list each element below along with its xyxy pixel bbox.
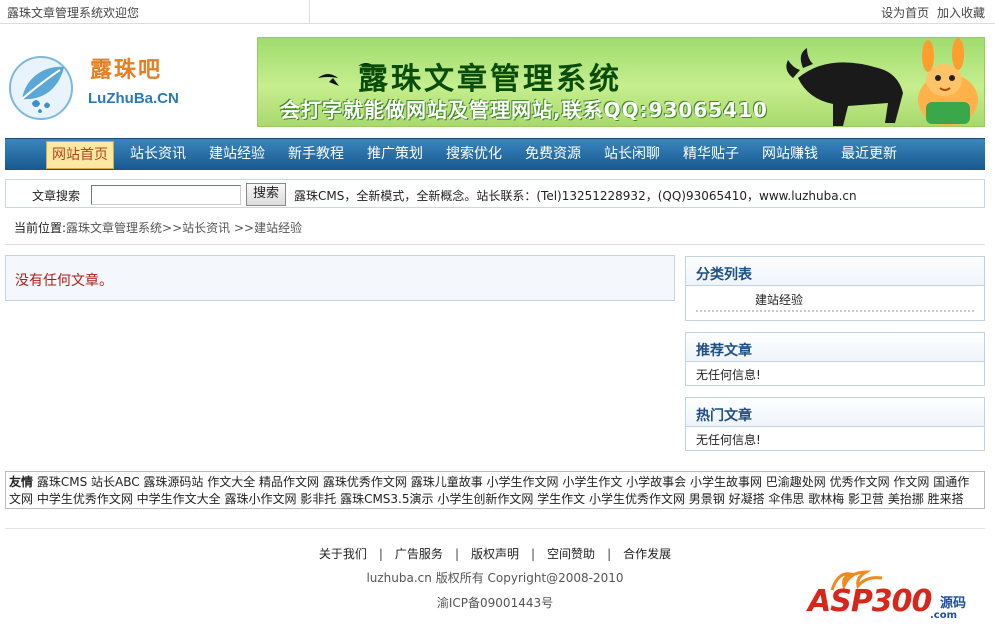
box-header: 热门文章	[686, 398, 984, 427]
banner-tagline: 会打字就能做网站及管理网站,联系QQ:93065410	[280, 98, 768, 122]
swallow-icon	[318, 74, 339, 86]
nav-item-seo[interactable]: 搜索优化	[446, 139, 502, 171]
footer-separator: |	[607, 547, 612, 561]
recommended-title: 推荐文章	[696, 343, 752, 359]
watermark-domain: .com	[930, 610, 958, 621]
footer-links: 关于我们 | 广告服务 | 版权声明 | 空间赞助 | 合作发展	[0, 545, 990, 562]
site-info-text: 露珠CMS，全新模式，全新概念。站长联系：(Tel)13251228932，(Q…	[294, 189, 857, 203]
hot-articles-box: 热门文章 无任何信息!	[685, 397, 985, 451]
hot-title: 热门文章	[696, 408, 752, 424]
category-list-title: 分类列表	[696, 267, 752, 283]
dotted-divider	[696, 310, 974, 312]
welcome-text: 露珠文章管理系统欢迎您	[7, 6, 140, 20]
search-input[interactable]	[91, 185, 241, 205]
add-favorite-link[interactable]: 加入收藏	[937, 6, 985, 20]
banner-title: 露珠文章管理系统	[358, 62, 622, 97]
main-nav: 网站首页 站长资讯 建站经验 新手教程 推广策划 搜索优化 免费资源 站长闲聊 …	[5, 138, 985, 170]
leaf-drop-logo-icon	[9, 56, 73, 120]
top-bar: 露珠文章管理系统欢迎您 设为首页 加入收藏	[0, 0, 995, 24]
top-links: 设为首页 加入收藏	[877, 4, 985, 21]
cartoon-rabbit-icon	[918, 38, 978, 126]
search-label: 文章搜索	[32, 189, 81, 203]
breadcrumb-path[interactable]: 露珠文章管理系统>>站长资讯 >>建站经验	[66, 221, 302, 235]
nav-item-free-resources[interactable]: 免费资源	[525, 139, 581, 171]
recommended-empty-text: 无任何信息!	[696, 368, 761, 382]
box-header: 推荐文章	[686, 333, 984, 362]
set-home-link[interactable]: 设为首页	[881, 6, 929, 20]
header-banner[interactable]: 露珠文章管理系统 会打字就能做网站及管理网站,联系QQ:93065410	[257, 37, 985, 127]
hot-empty-text: 无任何信息!	[696, 433, 761, 447]
nav-item-tutorials[interactable]: 新手教程	[288, 139, 344, 171]
footer-link-ads[interactable]: 广告服务	[395, 547, 443, 561]
nav-item-site-building[interactable]: 建站经验	[209, 139, 265, 171]
search-bar: 文章搜索 搜索 露珠CMS，全新模式，全新概念。站长联系：(Tel)132512…	[5, 179, 985, 208]
footer-link-sponsor[interactable]: 空间赞助	[547, 547, 595, 561]
nav-item-recent-updates[interactable]: 最近更新	[841, 139, 897, 171]
footer-link-copyright[interactable]: 版权声明	[471, 547, 519, 561]
asp300-watermark-logo: ASP300 源码 .com	[808, 570, 973, 622]
site-logo[interactable]: 露珠吧 LuZhuBa.CN	[6, 50, 186, 126]
category-item[interactable]: 建站经验	[755, 291, 803, 308]
footer-divider	[5, 528, 985, 529]
watermark-text: ASP300	[808, 584, 932, 619]
logo-chinese-text: 露珠吧	[90, 57, 163, 83]
box-header: 分类列表	[686, 257, 984, 286]
footer-link-about[interactable]: 关于我们	[319, 547, 367, 561]
breadcrumb: 当前位置:露珠文章管理系统>>站长资讯 >>建站经验	[14, 219, 302, 236]
nav-item-home[interactable]: 网站首页	[46, 141, 114, 169]
category-list-box: 分类列表 建站经验	[685, 256, 985, 321]
ox-papercut-icon	[786, 48, 903, 126]
logo-domain-text: LuZhuBa.CN	[88, 90, 179, 107]
divider	[5, 244, 985, 245]
footer-separator: |	[378, 547, 383, 561]
empty-articles-message: 没有任何文章。	[15, 273, 113, 289]
friend-links-list[interactable]: 露珠CMS 站长ABC 露珠源码站 作文大全 精品作文网 露珠优秀作文网 露珠儿…	[9, 475, 969, 506]
nav-item-featured[interactable]: 精华贴子	[683, 139, 739, 171]
nav-item-promotion[interactable]: 推广策划	[367, 139, 423, 171]
footer-separator: |	[531, 547, 536, 561]
article-list-panel: 没有任何文章。	[5, 255, 675, 301]
breadcrumb-label: 当前位置:	[14, 221, 67, 235]
footer-separator: |	[454, 547, 459, 561]
recommended-articles-box: 推荐文章 无任何信息!	[685, 332, 985, 386]
nav-item-chat[interactable]: 站长闲聊	[604, 139, 660, 171]
top-bar-divider	[309, 0, 310, 24]
friend-links: 友情 露珠CMS 站长ABC 露珠源码站 作文大全 精品作文网 露珠优秀作文网 …	[5, 471, 985, 509]
nav-item-earn-money[interactable]: 网站赚钱	[762, 139, 818, 171]
search-button[interactable]: 搜索	[246, 183, 286, 206]
friend-links-label: 友情	[9, 475, 34, 489]
watermark-sub: 源码	[940, 596, 967, 611]
footer-link-cooperation[interactable]: 合作发展	[623, 547, 671, 561]
nav-item-webmaster-news[interactable]: 站长资讯	[130, 139, 186, 171]
